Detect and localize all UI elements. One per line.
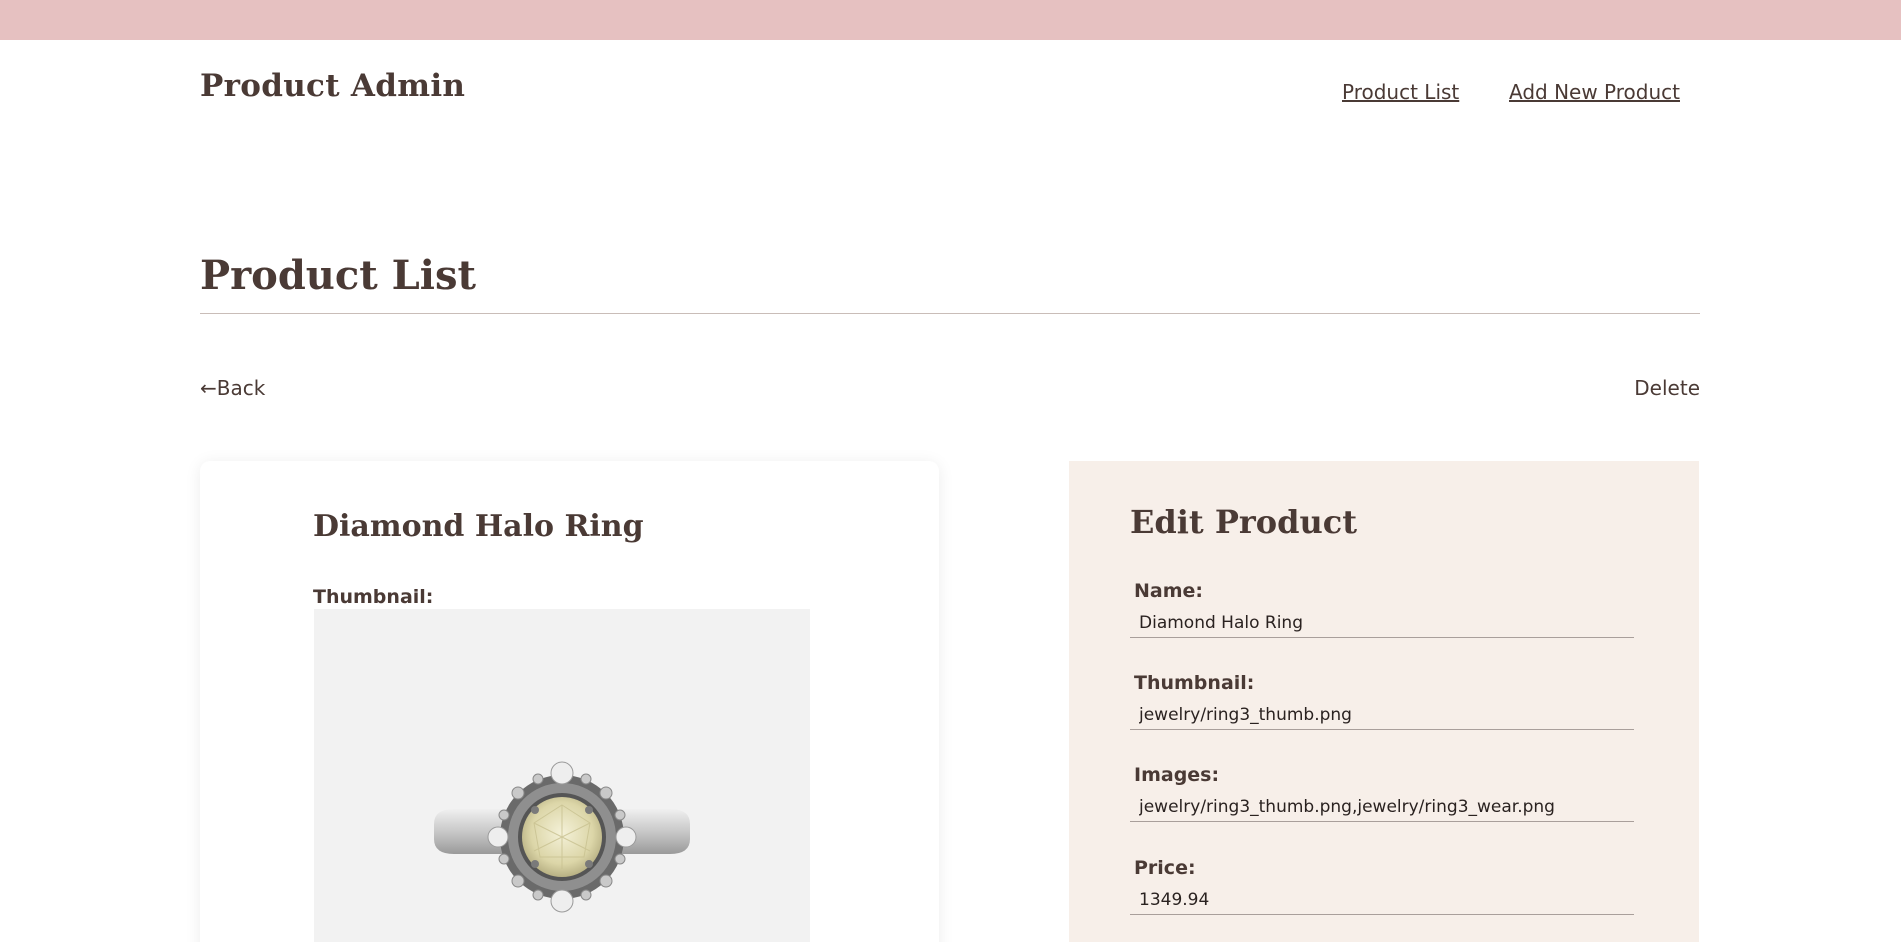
- thumbnail-label: Thumbnail:: [313, 586, 434, 608]
- thumbnail-field-label: Thumbnail:: [1134, 672, 1255, 694]
- thumbnail-field-group: Thumbnail:: [1130, 672, 1634, 730]
- page-title: Product List: [200, 252, 476, 299]
- product-name-heading: Diamond Halo Ring: [313, 509, 644, 544]
- name-input[interactable]: [1130, 608, 1634, 638]
- edit-product-panel: Edit Product Name: Thumbnail: Images: Pr…: [1069, 461, 1699, 942]
- price-input[interactable]: [1130, 885, 1634, 915]
- price-field-group: Price:: [1130, 857, 1634, 915]
- images-field-group: Images:: [1130, 764, 1634, 822]
- brand-title[interactable]: Product Admin: [200, 68, 465, 104]
- top-accent-bar: [0, 0, 1901, 40]
- name-label: Name:: [1134, 580, 1204, 602]
- nav-link-product-list[interactable]: Product List: [1342, 80, 1459, 104]
- edit-product-heading: Edit Product: [1130, 503, 1358, 541]
- product-detail-card: Diamond Halo Ring Thumbnail:: [200, 461, 939, 942]
- title-divider: [200, 313, 1700, 314]
- delete-button[interactable]: Delete: [1634, 376, 1700, 400]
- thumbnail-input[interactable]: [1130, 700, 1634, 730]
- product-thumbnail-image: [314, 609, 810, 942]
- back-button[interactable]: ←Back: [200, 376, 265, 400]
- images-input[interactable]: [1130, 792, 1634, 822]
- name-field-group: Name:: [1130, 580, 1634, 638]
- nav-link-add-new-product[interactable]: Add New Product: [1509, 80, 1680, 104]
- price-label: Price:: [1134, 857, 1196, 879]
- ring-image: [434, 761, 690, 913]
- images-label: Images:: [1134, 764, 1220, 786]
